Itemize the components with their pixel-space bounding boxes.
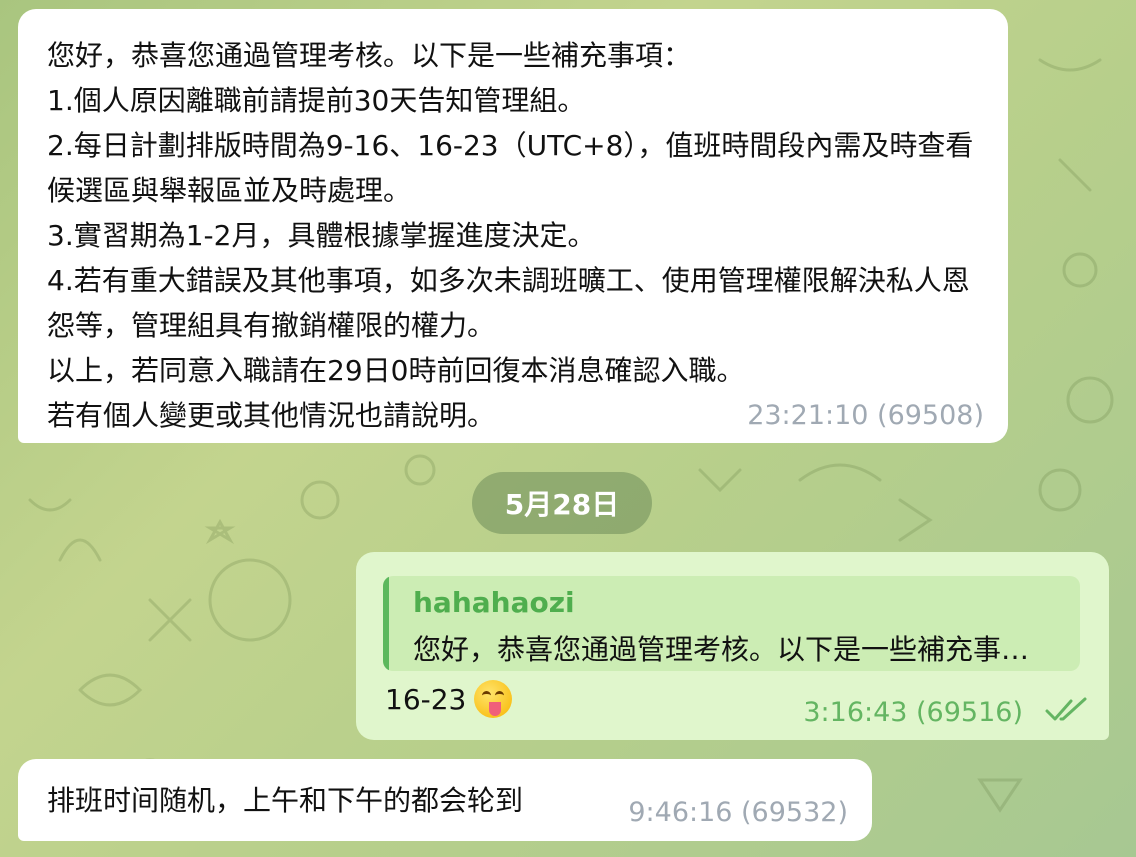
incoming-message-bubble[interactable]: 排班时间随机，上午和下午的都会轮到 9:46:16 (69532)	[18, 759, 872, 841]
outgoing-message-bubble[interactable]: hahahaozi 您好，恭喜您通過管理考核。以下是一些補充事項： 16-23 …	[356, 552, 1109, 740]
message-text: 16-23	[385, 682, 467, 716]
incoming-message-bubble[interactable]: 您好，恭喜您通過管理考核。以下是一些補充事項： 1.個人原因離職前請提前30天告…	[18, 9, 1008, 443]
message-timestamp: 9:46:16 (69532)	[628, 797, 848, 828]
face-with-tongue-emoji-icon	[474, 680, 513, 718]
reply-accent-bar	[383, 576, 389, 671]
reply-author: hahahaozi	[413, 586, 575, 619]
message-timestamp: 3:16:43 (69516)	[803, 697, 1023, 728]
message-text: 排班时间随机，上午和下午的都会轮到	[47, 784, 524, 817]
message-timestamp: 23:21:10 (69508)	[747, 400, 984, 431]
message-text: 您好，恭喜您通過管理考核。以下是一些補充事項： 1.個人原因離職前請提前30天告…	[47, 39, 974, 432]
date-separator: 5月28日	[472, 472, 652, 534]
message-content: 16-23	[385, 680, 513, 718]
reply-preview-text: 您好，恭喜您通過管理考核。以下是一些補充事項：	[413, 633, 1050, 666]
reply-quote[interactable]: hahahaozi 您好，恭喜您通過管理考核。以下是一些補充事項：	[383, 576, 1080, 671]
double-check-icon	[1045, 697, 1087, 721]
